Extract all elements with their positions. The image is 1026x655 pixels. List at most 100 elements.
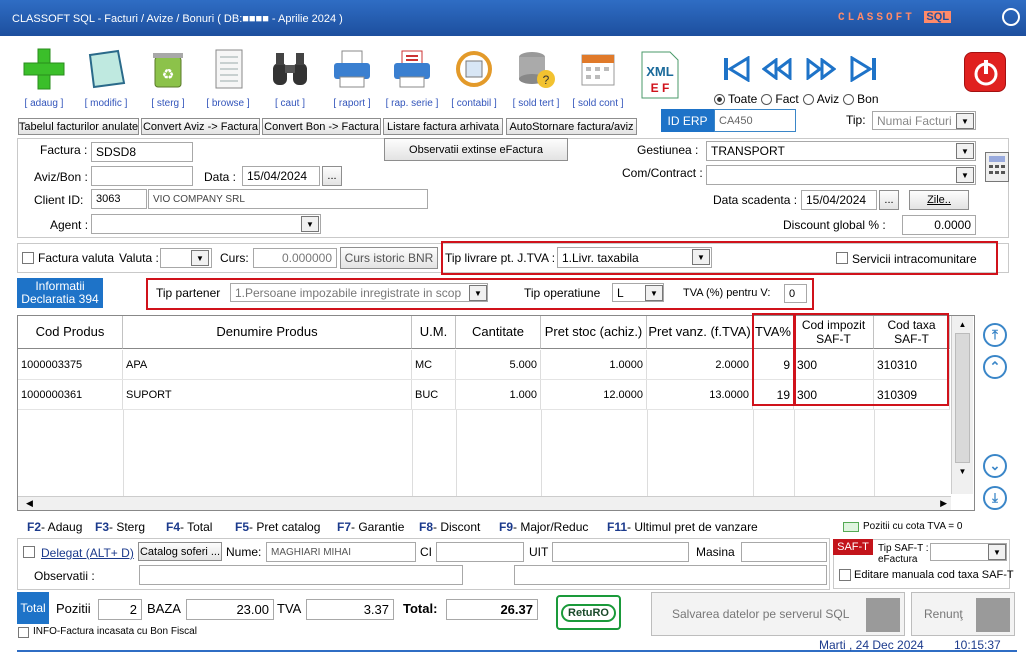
uit-field[interactable] (552, 542, 689, 562)
factura-field[interactable]: SDSD8 (91, 142, 193, 162)
first-record-icon[interactable] (722, 55, 750, 85)
delegat-checkbox[interactable] (23, 546, 35, 558)
calendar-icon (575, 46, 621, 92)
next-record-icon[interactable] (806, 57, 837, 83)
curs-istoric-button[interactable]: Curs istoric BNR (340, 247, 438, 269)
edit-sheet-icon (83, 46, 129, 92)
avizbon-field[interactable] (91, 166, 193, 186)
catalog-soferi-button[interactable]: Catalog soferi ... (138, 542, 222, 561)
sold-tert-label: [ sold tert ] (512, 98, 560, 109)
editare-saft-checkbox[interactable] (839, 569, 851, 581)
first-row-icon[interactable]: ⤒ (983, 323, 1007, 347)
col-cantitate[interactable]: Cantitate (456, 316, 541, 349)
magnifier-icon[interactable] (1002, 8, 1020, 26)
masina-label: Masina (696, 545, 735, 559)
modific-button[interactable]: [ modific ] (78, 40, 134, 112)
column-divider (541, 410, 542, 496)
radio-bon[interactable]: Bon (843, 92, 879, 106)
data-field[interactable]: 15/04/2024 (242, 166, 320, 186)
plus-icon (21, 46, 67, 92)
radio-aviz[interactable]: Aviz (802, 92, 839, 106)
convert-aviz-button[interactable]: Convert Aviz -> Factura (141, 118, 260, 135)
nume-field[interactable]: MAGHIARI MIHAI (266, 542, 416, 562)
observatii-extra-field[interactable] (514, 565, 827, 585)
gestiunea-dropdown-icon[interactable]: ▼ (956, 143, 974, 159)
curs-field[interactable]: 0.000000 (253, 248, 337, 268)
ci-field[interactable] (436, 542, 524, 562)
col-cod-produs[interactable]: Cod Produs (18, 316, 123, 349)
total-label: Total: (403, 601, 438, 616)
logo-sql-text: SQL (924, 11, 952, 23)
renunt-button[interactable]: Renunţ (911, 592, 1015, 636)
sterg-button[interactable]: ♻ [ sterg ] (140, 40, 196, 112)
returo-button[interactable]: RetuRO (556, 595, 621, 630)
cell-cod: 1000000361 (18, 380, 123, 409)
agent-dropdown-icon[interactable]: ▼ (301, 216, 319, 232)
zile-button[interactable]: Zile.. (909, 190, 969, 210)
client-id-field[interactable]: 3063 (91, 189, 147, 209)
col-um[interactable]: U.M. (412, 316, 456, 349)
valuta-dropdown-icon[interactable]: ▼ (191, 250, 209, 266)
contract-select[interactable] (706, 165, 976, 185)
col-pret-vanz[interactable]: Pret vanz. (f.TVA) (647, 316, 753, 349)
total-badge[interactable]: Total (17, 592, 49, 624)
vertical-scrollbar[interactable]: ▲ ▼ (951, 316, 973, 494)
scroll-thumb[interactable] (955, 333, 970, 463)
last-record-icon[interactable] (850, 55, 878, 85)
raport-label: [ raport ] (333, 98, 371, 109)
convert-bon-button[interactable]: Convert Bon -> Factura (262, 118, 381, 135)
raport-button[interactable]: [ raport ] (324, 40, 380, 112)
f4-hint: F4- Total (166, 520, 213, 534)
scroll-up-icon[interactable]: ▲ (952, 320, 973, 329)
sold-tert-button[interactable]: ? [ sold tert ] (508, 40, 564, 112)
last-row-icon[interactable]: ⤓ (983, 486, 1007, 510)
scroll-down-icon[interactable]: ▼ (952, 467, 973, 476)
client-name-field[interactable]: VIO COMPANY SRL (148, 189, 428, 209)
delegat-label[interactable]: Delegat (ALT+ D) (41, 546, 134, 560)
info-bon-checkbox[interactable] (18, 627, 29, 638)
caut-button[interactable]: [ caut ] (262, 40, 318, 112)
info-declaratia-button[interactable]: Informatii Declaratia 394 (17, 278, 103, 308)
col-denumire[interactable]: Denumire Produs (123, 316, 412, 349)
autostornare-button[interactable]: AutoStornare factura/aviz (506, 118, 637, 135)
radio-toate[interactable]: Toate (714, 92, 757, 106)
contabil-button[interactable]: [ contabil ] (446, 40, 502, 112)
data-scadenta-field[interactable]: 15/04/2024 (801, 190, 877, 210)
factura-valuta-checkbox[interactable] (22, 252, 34, 264)
previous-record-icon[interactable] (761, 57, 792, 83)
horizontal-scrollbar[interactable]: ◀ ▶ (18, 496, 951, 510)
calculator-icon[interactable] (985, 152, 1009, 182)
contract-dropdown-icon[interactable]: ▼ (956, 167, 974, 183)
discount-field[interactable]: 0.0000 (902, 215, 976, 235)
rap-serie-button[interactable]: [ rap. serie ] (384, 40, 440, 112)
scroll-right-icon[interactable]: ▶ (940, 498, 947, 509)
gestiunea-select[interactable]: TRANSPORT (706, 141, 976, 161)
radio-fact[interactable]: Fact (761, 92, 799, 106)
scadenta-picker-button[interactable]: ... (879, 190, 899, 210)
xml-efactura-icon[interactable]: XML E F (638, 50, 682, 100)
adaug-button[interactable]: [ adaug ] (16, 40, 72, 112)
anulate-button[interactable]: Tabelul facturilor anulate (18, 118, 139, 135)
chevron-down-icon[interactable]: ▼ (956, 113, 974, 129)
data-picker-button[interactable]: ... (322, 166, 342, 186)
sold-cont-button[interactable]: [ sold cont ] (570, 40, 626, 112)
uit-label: UIT (529, 545, 549, 559)
browse-button[interactable]: [ browse ] (200, 40, 256, 112)
cell-denumire: SUPORT (123, 380, 412, 409)
save-button[interactable]: Salvarea datelor pe serverul SQL (651, 592, 905, 636)
id-erp-field[interactable]: CA450 (714, 109, 796, 132)
power-exit-icon[interactable] (964, 52, 1006, 92)
observatii-field[interactable] (139, 565, 463, 585)
scroll-left-icon[interactable]: ◀ (26, 498, 33, 509)
row-down-icon[interactable]: ⌄ (983, 454, 1007, 478)
masina-field[interactable] (741, 542, 827, 562)
col-pret-stoc[interactable]: Pret stoc (achiz.) (541, 316, 647, 349)
data-scadenta-label: Data scadenta : (713, 193, 798, 207)
observatii-efactura-button[interactable]: Observatii extinse eFactura (384, 138, 568, 161)
row-up-icon[interactable]: ⌃ (983, 355, 1007, 379)
saft-tip-dropdown-icon[interactable]: ▼ (988, 544, 1006, 560)
agent-select[interactable] (91, 214, 321, 234)
accounting-cycle-icon (451, 46, 497, 92)
client-id-label: Client ID: (34, 193, 84, 207)
listare-arhivata-button[interactable]: Listare factura arhivata (383, 118, 503, 135)
